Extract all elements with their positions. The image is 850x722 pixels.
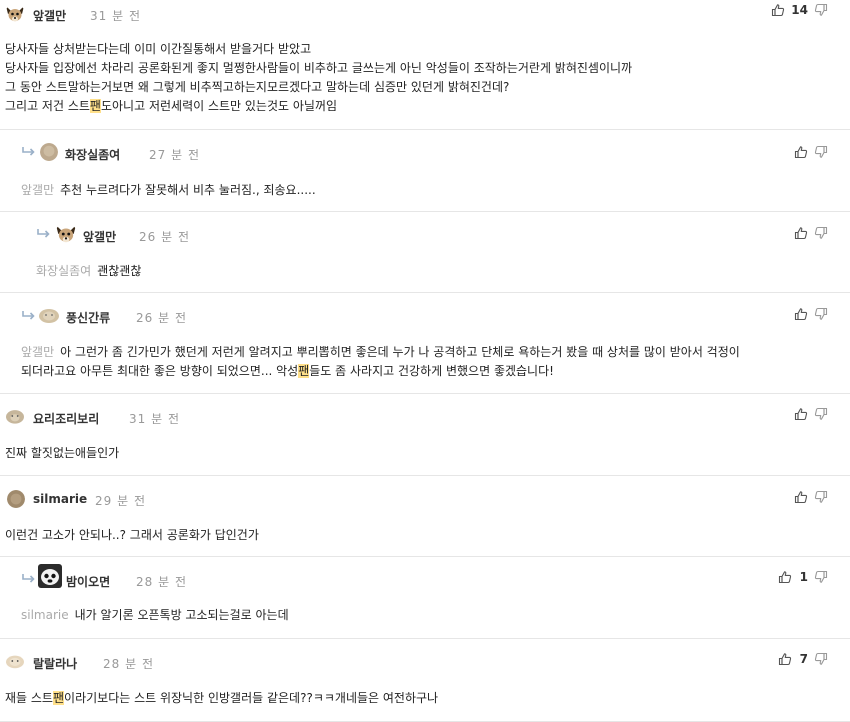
text-segment: 아 그런가 좀 긴가민가 했던게 저런게 알려지고 뿌리뽑히면 좋은데 누가 나…: [60, 345, 740, 359]
author-name[interactable]: silmarie: [33, 492, 87, 506]
reply-mention[interactable]: 앞갤만: [21, 345, 54, 359]
vote-group: [794, 144, 828, 160]
thumbs-down-icon[interactable]: [814, 3, 828, 17]
text-segment: 들도 좀 사라지고 건강하게 변했으면 좋겠습니다!: [309, 364, 554, 378]
comment-line: 되더라고요 아무튼 최대한 좋은 방향이 되었으면... 악성팬들도 좀 사라지…: [21, 362, 740, 381]
comment-3: 앞갤만 26 분 전 화장실좀여 괜찮괜찮: [0, 212, 850, 293]
timestamp: 27 분 전: [149, 148, 200, 162]
reply-arrow-icon: [36, 228, 52, 240]
comment-line: 당사자들 입장에선 차라리 공론화된게 좋지 멀쩡한사람들이 비추하고 글쓰는게…: [5, 61, 633, 75]
thumbs-up-icon[interactable]: [778, 570, 792, 584]
comment-text: 추천 누르려다가 잘못해서 비추 눌러짐., 죄송요.....: [60, 183, 316, 197]
reply-arrow-icon: [21, 310, 37, 322]
vote-group: 1: [778, 569, 828, 585]
timestamp: 29 분 전: [95, 494, 146, 508]
highlighted-keyword: 팬: [52, 691, 65, 705]
comment-4: 풍신간류 26 분 전 앞갤만 아 그런가 좀 긴가민가 했던게 저런게 알려지고…: [0, 293, 850, 394]
comment-body: 진짜 할짓없는애들인가: [5, 444, 119, 463]
thumbs-down-icon[interactable]: [814, 490, 828, 504]
author-name[interactable]: 풍신간류: [66, 309, 110, 326]
text-segment: 되더라고요 아무튼 최대한 좋은 방향이 되었으면... 악성: [21, 364, 299, 378]
comment-1: 앞갤만 31 분 전 14 당사자들 상처받는다는데 이미 이간질통해서 받을거…: [0, 0, 850, 130]
thumbs-down-icon[interactable]: [814, 307, 828, 321]
avatar[interactable]: [55, 223, 77, 245]
text-segment: 이라기보다는 스트 위장닉한 인방갤러들 같은데??ㅋㅋ개네들은 여전하구나: [64, 691, 439, 705]
timestamp: 31 분 전: [90, 9, 141, 23]
vote-group: 14: [771, 2, 828, 18]
highlighted-keyword: 팬: [298, 364, 310, 378]
text-segment: 그리고 저건 스트: [5, 99, 90, 113]
vote-group: 7: [778, 651, 828, 667]
comment-2: 화장실좀여 27 분 전 앞갤만 추천 누르려다가 잘못해서 비추 눌러짐., 죄…: [0, 130, 850, 212]
reply-mention[interactable]: 앞갤만: [21, 183, 54, 197]
comment-body: 앞갤만 아 그런가 좀 긴가민가 했던게 저런게 알려지고 뿌리뽑히면 좋은데 누…: [21, 343, 740, 381]
comment-6: silmarie 29 분 전 이런건 고소가 안되나..? 그래서 공론화가 …: [0, 476, 850, 557]
comment-7: 밤이오면 28 분 전 1 silmarie 내가 알기론 오픈톡방 고소되는걸로…: [0, 557, 850, 639]
comment-text: 진짜 할짓없는애들인가: [5, 446, 120, 460]
comment-body: 앞갤만 추천 누르려다가 잘못해서 비추 눌러짐., 죄송요.....: [21, 181, 316, 200]
author-name[interactable]: 요리조리보리: [33, 410, 99, 427]
avatar[interactable]: [5, 4, 25, 24]
comment-5: 요리조리보리 31 분 전 진짜 할짓없는애들인가: [0, 394, 850, 476]
thumbs-up-icon[interactable]: [778, 652, 792, 666]
highlighted-keyword: 팬: [89, 99, 101, 113]
reply-mention[interactable]: 화장실좀여: [36, 264, 91, 278]
text-segment: 도아니고 저런세력이 스트만 있는것도 아닐꺼임: [100, 99, 338, 113]
thumbs-down-icon[interactable]: [814, 570, 828, 584]
timestamp: 26 분 전: [136, 311, 187, 325]
author-name[interactable]: 앞갤만: [83, 228, 116, 245]
comment-body: 화장실좀여 괜찮괜찮: [36, 262, 141, 281]
thumbs-down-icon[interactable]: [814, 145, 828, 159]
comment-line: 당사자들 상처받는다는데 이미 이간질통해서 받을거다 받았고: [5, 42, 312, 56]
reply-arrow-icon: [21, 146, 37, 158]
avatar[interactable]: [38, 564, 62, 588]
avatar[interactable]: [40, 143, 58, 161]
text-segment: 재들 스트: [5, 691, 53, 705]
thumbs-up-icon[interactable]: [771, 3, 785, 17]
timestamp: 28 분 전: [103, 657, 154, 671]
comment-line: 그리고 저건 스트팬도아니고 저런세력이 스트만 있는것도 아닐꺼임: [5, 97, 632, 116]
vote-group: [794, 489, 828, 505]
comment-line: 앞갤만 아 그런가 좀 긴가민가 했던게 저런게 알려지고 뿌리뽑히면 좋은데 누…: [21, 343, 740, 362]
thumbs-up-icon[interactable]: [794, 307, 808, 321]
comment-body: 재들 스트팬이라기보다는 스트 위장닉한 인방갤러들 같은데??ㅋㅋ개네들은 여…: [5, 689, 438, 708]
author-name[interactable]: 랄랄라나: [33, 655, 77, 672]
author-name[interactable]: 앞갤만: [33, 7, 66, 24]
author-name[interactable]: 화장실좀여: [65, 146, 120, 163]
comment-8: 랄랄라나 28 분 전 7 재들 스트팬이라기보다는 스트 위장닉한 인방갤러들…: [0, 639, 850, 722]
comment-line: 그 동안 스트말하는거보면 왜 그렇게 비추찍고하는지모르겠다고 말하는데 심증…: [5, 80, 510, 94]
avatar[interactable]: [7, 490, 25, 508]
thumbs-down-icon[interactable]: [814, 226, 828, 240]
timestamp: 26 분 전: [139, 230, 190, 244]
author-name[interactable]: 밤이오면: [66, 573, 110, 590]
comment-text: 괜찮괜찮: [97, 264, 142, 278]
comment-text: 이런건 고소가 안되나..? 그래서 공론화가 답인건가: [5, 528, 259, 542]
reply-arrow-icon: [21, 573, 37, 585]
avatar[interactable]: [4, 652, 26, 670]
thumbs-up-icon[interactable]: [794, 145, 808, 159]
vote-group: [794, 406, 828, 422]
thumbs-down-icon[interactable]: [814, 407, 828, 421]
avatar[interactable]: [38, 305, 60, 325]
timestamp: 28 분 전: [136, 575, 187, 589]
comment-body: 이런건 고소가 안되나..? 그래서 공론화가 답인건가: [5, 526, 259, 545]
comment-text: 내가 알기론 오픈톡방 고소되는걸로 아는데: [74, 608, 289, 622]
thumbs-up-icon[interactable]: [794, 226, 808, 240]
upvote-count: 7: [799, 652, 808, 666]
upvote-count: 1: [799, 570, 808, 584]
vote-group: [794, 225, 828, 241]
vote-group: [794, 306, 828, 322]
thumbs-up-icon[interactable]: [794, 407, 808, 421]
timestamp: 31 분 전: [129, 412, 180, 426]
comment-body: silmarie 내가 알기론 오픈톡방 고소되는걸로 아는데: [21, 606, 289, 625]
thumbs-up-icon[interactable]: [794, 490, 808, 504]
reply-mention[interactable]: silmarie: [21, 608, 69, 622]
comment-body: 당사자들 상처받는다는데 이미 이간질통해서 받을거다 받았고당사자들 입장에선…: [5, 40, 632, 116]
avatar[interactable]: [4, 407, 26, 425]
thumbs-down-icon[interactable]: [814, 652, 828, 666]
upvote-count: 14: [791, 3, 808, 17]
